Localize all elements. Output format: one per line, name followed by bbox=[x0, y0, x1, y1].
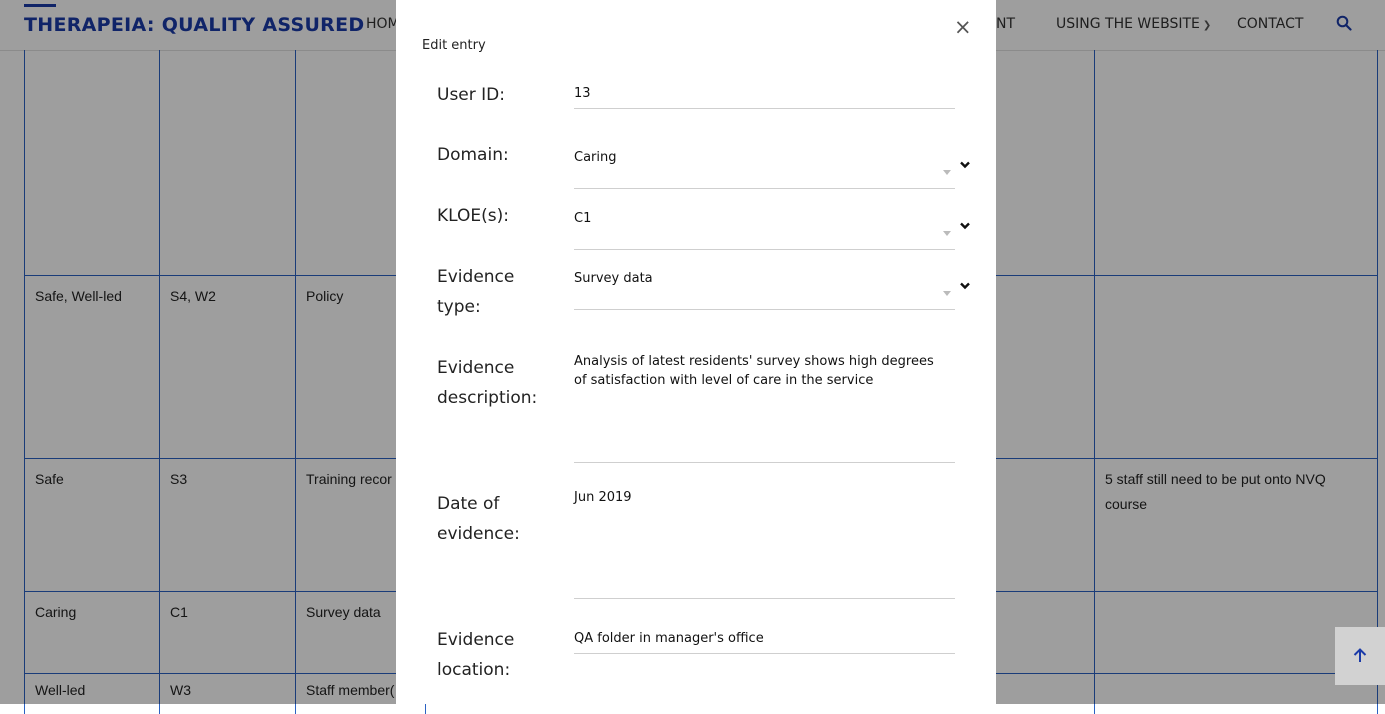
edit-entry-modal: × Edit entry User ID: 13 Domain: Caring … bbox=[396, 0, 996, 704]
evidence-type-value: Survey data bbox=[574, 271, 653, 286]
evidence-type-label: Evidence type: bbox=[437, 267, 515, 317]
evidence-description-textarea[interactable]: Analysis of latest residents' survey sho… bbox=[574, 352, 955, 463]
domain-label: Domain: bbox=[437, 145, 509, 165]
user-id-input[interactable]: 13 bbox=[574, 84, 955, 109]
select-arrow-icon bbox=[943, 291, 951, 296]
evidence-location-value: QA folder in manager's office bbox=[574, 631, 764, 646]
evidence-location-label: Evidence location: bbox=[437, 630, 515, 680]
modal-title: Edit entry bbox=[422, 38, 486, 53]
evidence-description-value: Analysis of latest residents' survey sho… bbox=[574, 354, 934, 388]
evidence-location-input[interactable]: QA folder in manager's office bbox=[574, 629, 955, 654]
date-of-evidence-value: Jun 2019 bbox=[574, 490, 632, 505]
scroll-to-top-button[interactable] bbox=[1335, 627, 1385, 685]
close-button[interactable]: × bbox=[954, 15, 972, 39]
chevron-down-icon[interactable] bbox=[959, 281, 971, 291]
user-id-value: 13 bbox=[574, 86, 591, 101]
date-of-evidence-textarea[interactable]: Jun 2019 bbox=[574, 488, 955, 599]
kloe-value: C1 bbox=[574, 211, 592, 226]
select-arrow-icon bbox=[943, 231, 951, 236]
date-of-evidence-label: Date of evidence: bbox=[437, 494, 520, 544]
evidence-type-select[interactable]: Survey data bbox=[574, 269, 955, 310]
domain-value: Caring bbox=[574, 150, 617, 165]
kloe-select[interactable]: C1 bbox=[574, 209, 955, 250]
domain-select[interactable]: Caring bbox=[574, 148, 955, 189]
select-arrow-icon bbox=[943, 170, 951, 175]
evidence-description-label: Evidence description: bbox=[437, 358, 538, 408]
user-id-label: User ID: bbox=[437, 85, 505, 105]
chevron-down-icon[interactable] bbox=[959, 221, 971, 231]
chevron-down-icon[interactable] bbox=[959, 160, 971, 170]
kloe-label: KLOE(s): bbox=[437, 206, 509, 226]
arrow-up-icon bbox=[1353, 648, 1367, 662]
